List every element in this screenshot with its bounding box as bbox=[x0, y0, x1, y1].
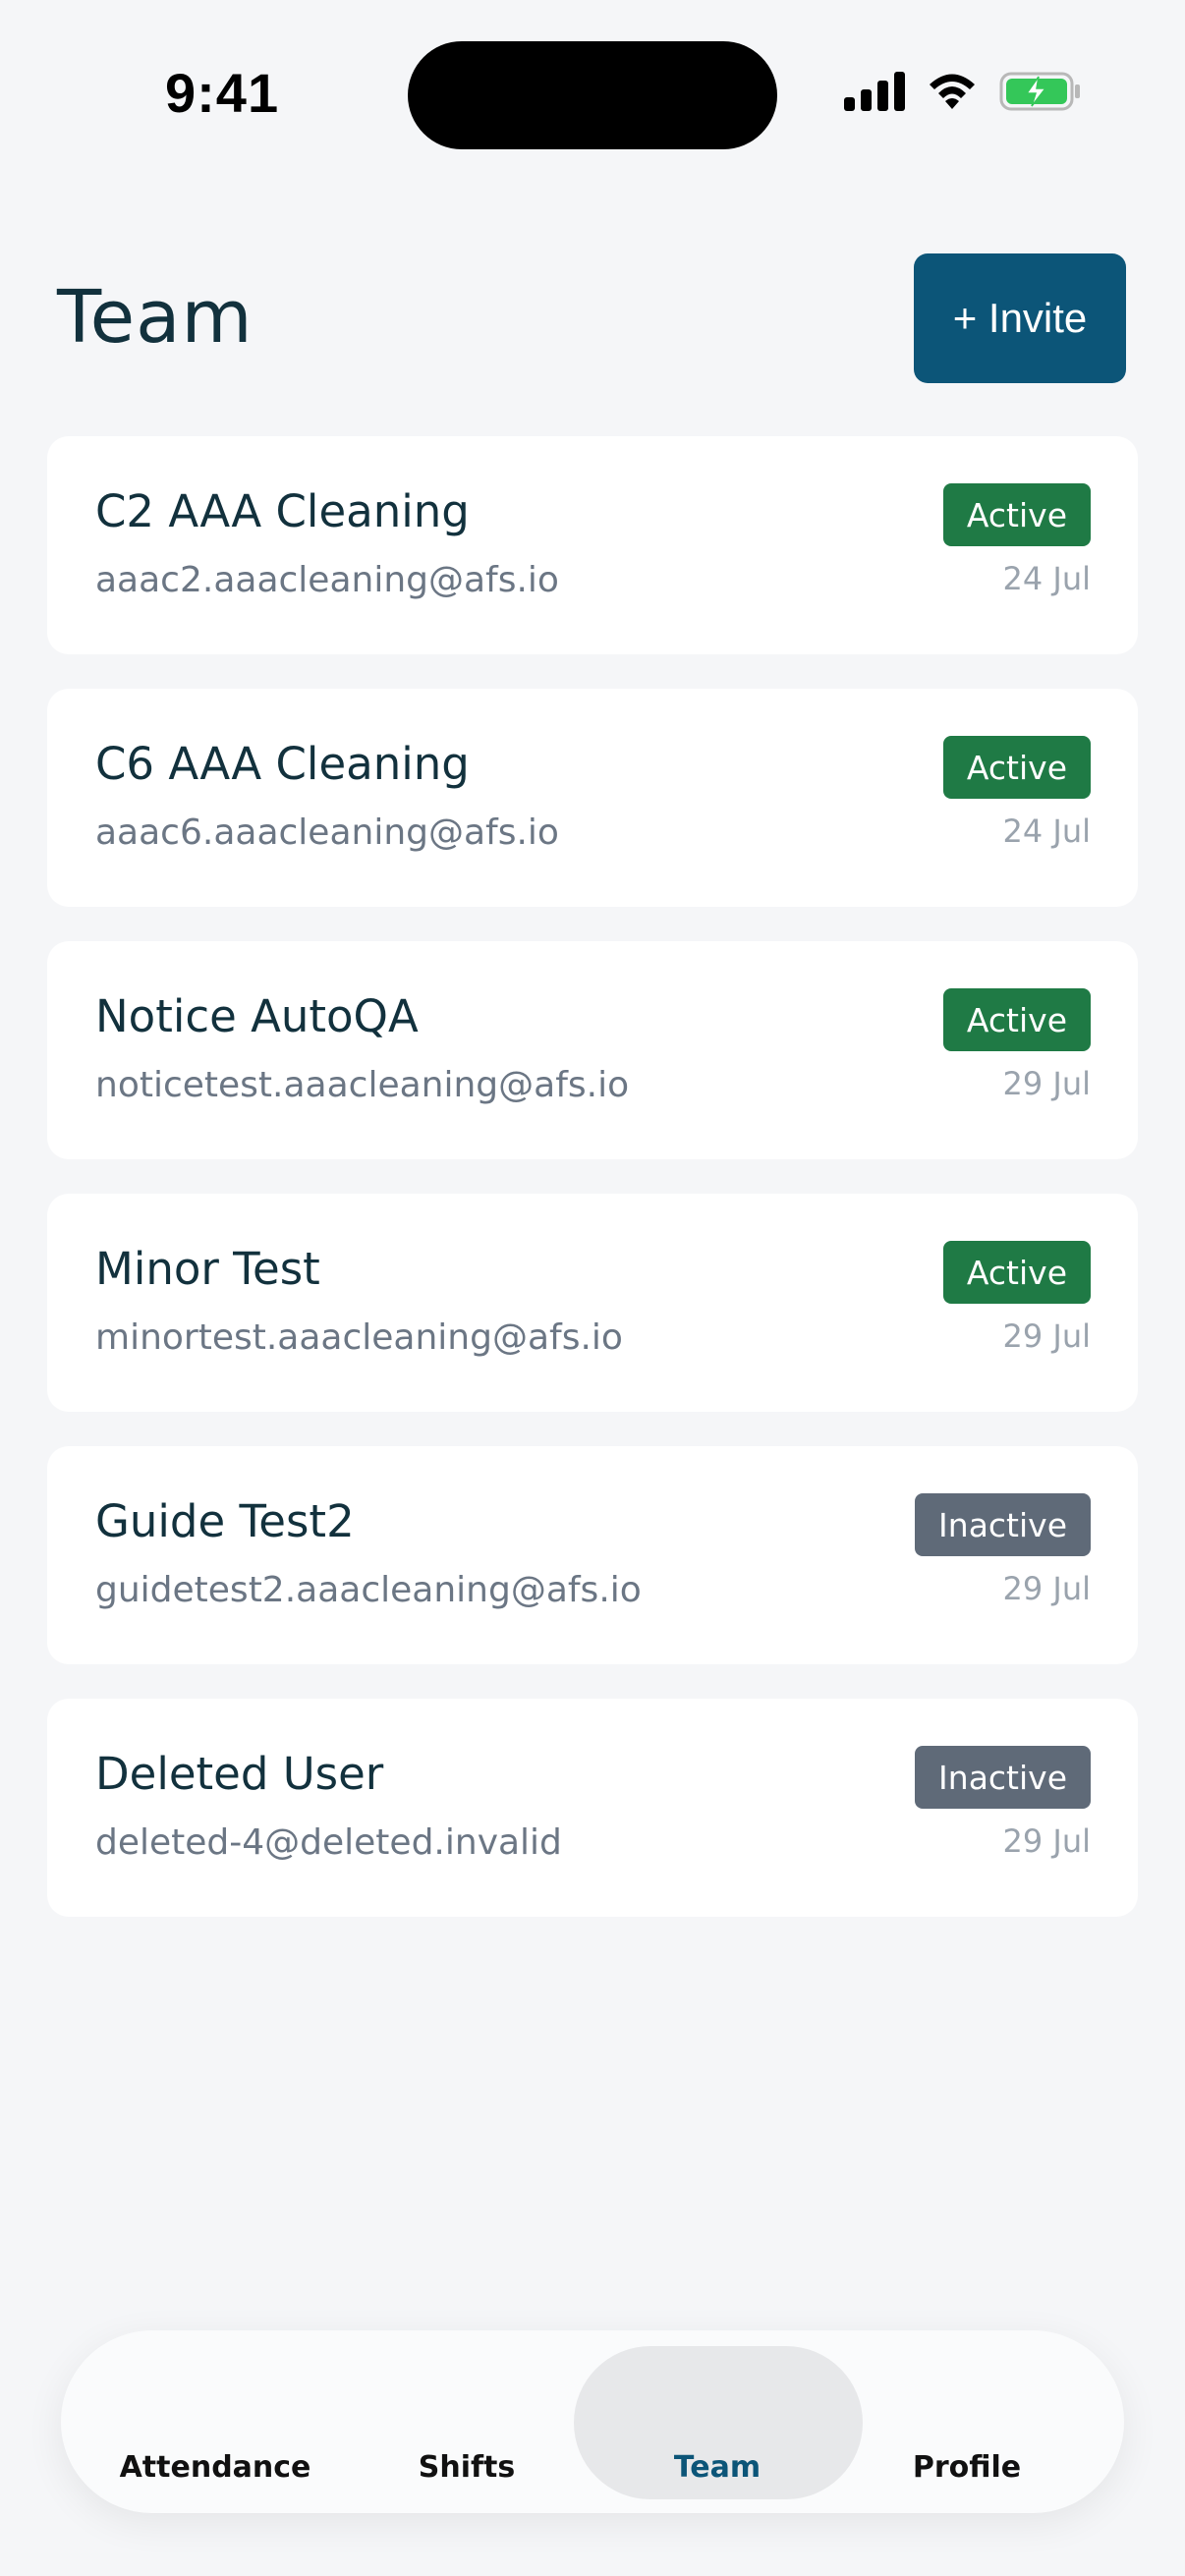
battery-charging-icon bbox=[999, 71, 1082, 116]
member-date: 24 Jul bbox=[1002, 812, 1092, 850]
status-badge: Active bbox=[942, 736, 1091, 799]
team-screen: 9:41 Team + Invite C2 AAA Cleaning aaac2… bbox=[0, 0, 1185, 2576]
member-name: Notice AutoQA bbox=[95, 990, 419, 1042]
member-email: noticetest.aaacleaning@afs.io bbox=[95, 1065, 630, 1105]
member-name: Guide Test2 bbox=[95, 1495, 355, 1547]
member-email: deleted-4@deleted.invalid bbox=[95, 1822, 562, 1863]
status-time: 9:41 bbox=[165, 62, 280, 124]
page-title: Team bbox=[57, 275, 254, 360]
member-card[interactable]: C2 AAA Cleaning aaac2.aaacleaning@afs.io… bbox=[47, 436, 1138, 654]
member-email: minortest.aaacleaning@afs.io bbox=[95, 1317, 623, 1358]
status-badge: Inactive bbox=[915, 1493, 1091, 1556]
status-badge: Active bbox=[942, 988, 1091, 1051]
signal-icon bbox=[844, 72, 905, 115]
member-card[interactable]: Notice AutoQA noticetest.aaacleaning@afs… bbox=[47, 941, 1138, 1159]
member-date: 29 Jul bbox=[1002, 1317, 1092, 1355]
member-card[interactable]: Guide Test2 guidetest2.aaacleaning@afs.i… bbox=[47, 1446, 1138, 1664]
member-email: aaac6.aaacleaning@afs.io bbox=[95, 812, 559, 853]
member-card[interactable]: Minor Test minortest.aaacleaning@afs.io … bbox=[47, 1194, 1138, 1412]
member-name: C6 AAA Cleaning bbox=[95, 738, 470, 790]
member-date: 29 Jul bbox=[1002, 1822, 1092, 1860]
status-badge: Active bbox=[942, 1241, 1091, 1304]
nav-item-team[interactable]: Team bbox=[674, 2450, 761, 2485]
nav-item-profile[interactable]: Profile bbox=[913, 2450, 1021, 2485]
member-name: Minor Test bbox=[95, 1243, 320, 1295]
member-email: guidetest2.aaacleaning@afs.io bbox=[95, 1570, 642, 1610]
member-date: 29 Jul bbox=[1002, 1065, 1092, 1102]
status-bar: 9:41 bbox=[0, 0, 1185, 177]
member-card[interactable]: C6 AAA Cleaning aaac6.aaacleaning@afs.io… bbox=[47, 689, 1138, 907]
dynamic-island bbox=[408, 41, 777, 149]
status-icons bbox=[844, 71, 1082, 116]
invite-button[interactable]: + Invite bbox=[914, 253, 1126, 383]
status-badge: Inactive bbox=[915, 1746, 1091, 1809]
team-list: C2 AAA Cleaning aaac2.aaacleaning@afs.io… bbox=[47, 436, 1138, 1951]
member-date: 29 Jul bbox=[1002, 1570, 1092, 1607]
member-card[interactable]: Deleted User deleted-4@deleted.invalid I… bbox=[47, 1699, 1138, 1917]
member-date: 24 Jul bbox=[1002, 560, 1092, 597]
member-name: Deleted User bbox=[95, 1748, 384, 1800]
member-name: C2 AAA Cleaning bbox=[95, 485, 470, 537]
nav-item-shifts[interactable]: Shifts bbox=[419, 2450, 516, 2485]
status-badge: Active bbox=[942, 483, 1091, 546]
member-email: aaac2.aaacleaning@afs.io bbox=[95, 560, 559, 600]
bottom-nav: Attendance Shifts Team Profile bbox=[61, 2330, 1124, 2513]
nav-item-attendance[interactable]: Attendance bbox=[120, 2450, 311, 2485]
wifi-icon bbox=[927, 72, 978, 115]
